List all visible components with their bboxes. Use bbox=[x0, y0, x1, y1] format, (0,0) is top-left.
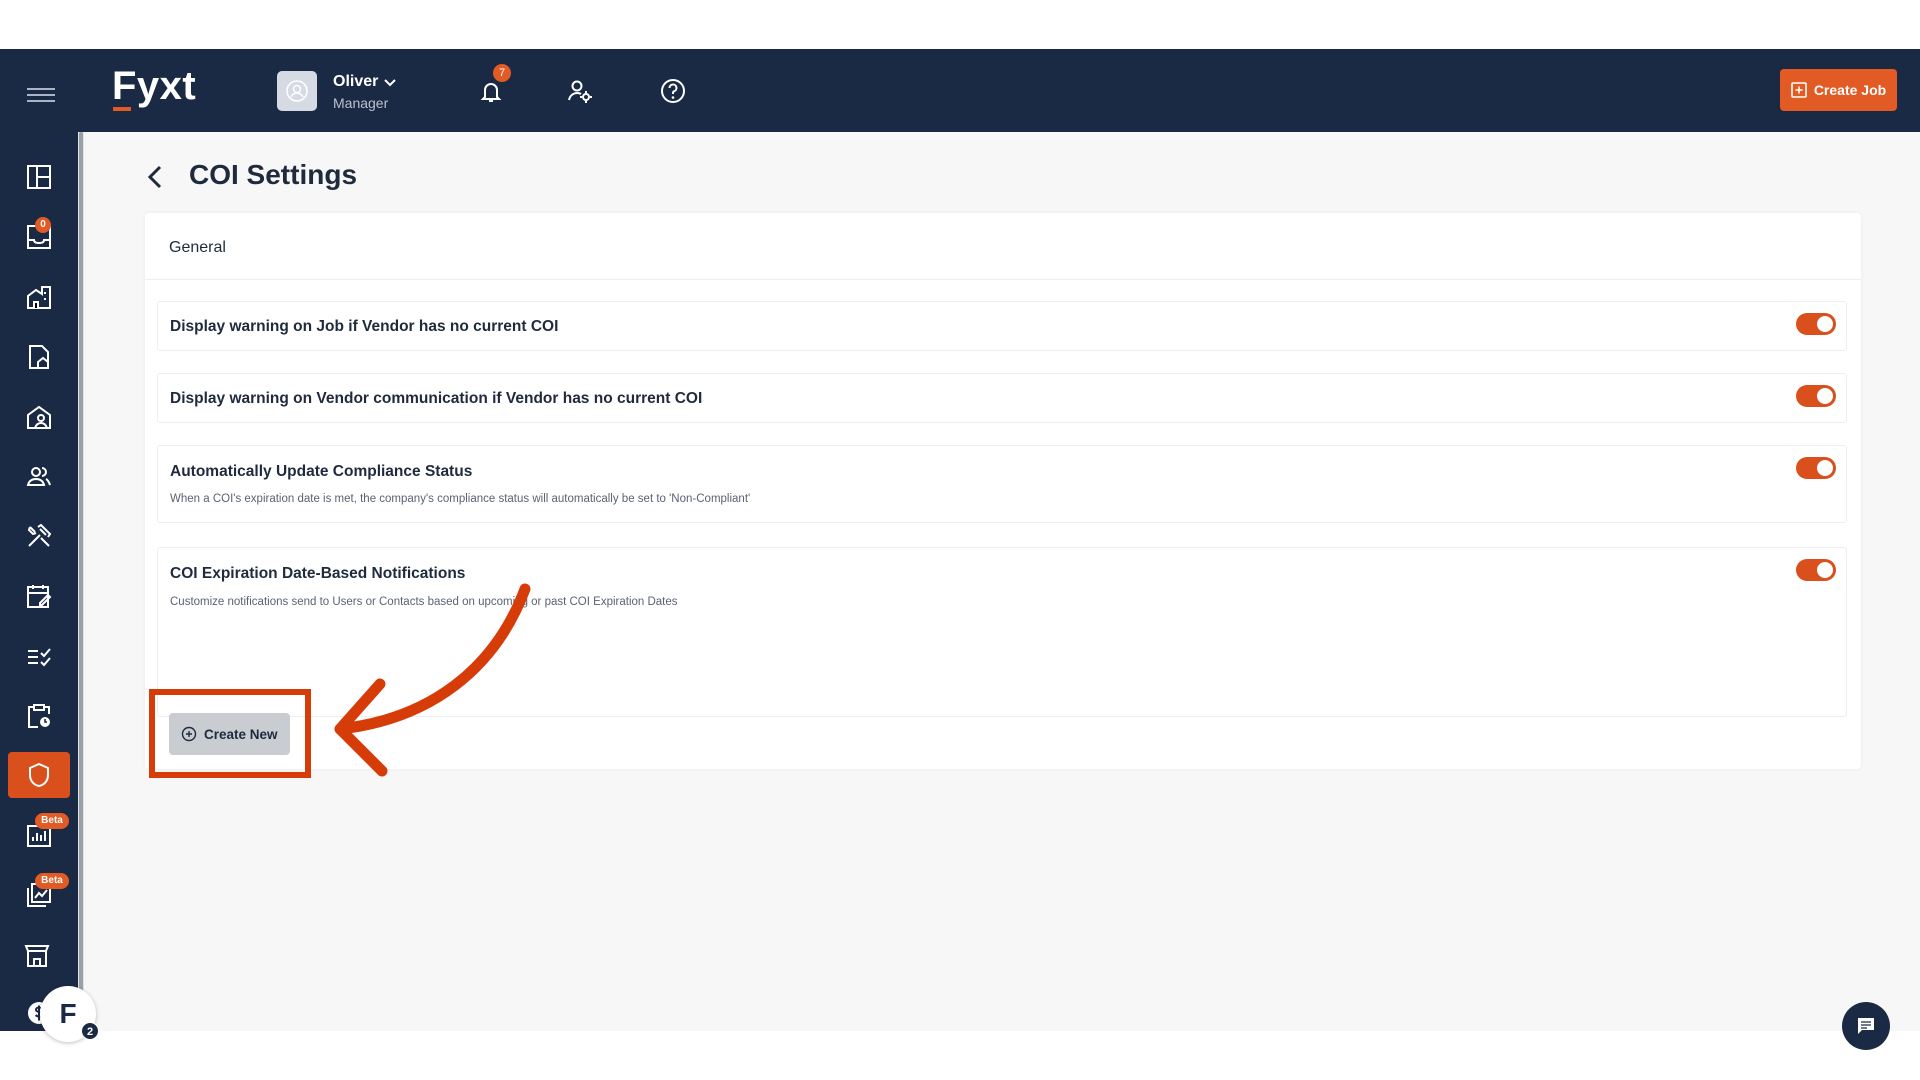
sidebar-item-contacts[interactable] bbox=[8, 453, 70, 499]
fyxt-logo[interactable]: Fyxt bbox=[112, 64, 196, 109]
expiration-notifications-toggle[interactable] bbox=[1796, 559, 1836, 581]
user-settings-icon[interactable] bbox=[566, 77, 594, 105]
section-heading: General bbox=[169, 239, 226, 256]
create-job-label: Create Job bbox=[1813, 82, 1887, 98]
logo-underline bbox=[113, 107, 131, 111]
user-role: Manager bbox=[333, 95, 389, 111]
user-name[interactable]: Oliver bbox=[333, 73, 378, 91]
sidebar-item-schedule[interactable] bbox=[8, 573, 70, 619]
inspections-icon bbox=[28, 704, 50, 728]
fyxt-bubble-letter: F bbox=[59, 998, 77, 1029]
help-icon[interactable] bbox=[659, 77, 687, 105]
sidebar-item-vendors[interactable] bbox=[8, 932, 70, 978]
menu-icon[interactable] bbox=[27, 88, 55, 102]
fyxt-bubble-count: 2 bbox=[81, 1022, 99, 1040]
plus-square-icon bbox=[1791, 82, 1807, 98]
sidebar-item-tasks[interactable] bbox=[8, 633, 70, 679]
setting-row-vendor-warning: Display warning on Vendor communication … bbox=[157, 373, 1847, 423]
sidebar: 0 Beta Beta bbox=[0, 132, 78, 1031]
toggle-knob bbox=[1817, 562, 1833, 578]
schedule-icon bbox=[27, 585, 52, 608]
setting-title: Automatically Update Compliance Status bbox=[170, 463, 473, 480]
contacts-icon bbox=[26, 467, 51, 486]
chat-icon bbox=[1858, 1018, 1874, 1034]
dashboard-icon bbox=[27, 165, 51, 189]
scrollbar-thumb[interactable] bbox=[79, 132, 83, 1012]
dashboards-beta-badge: Beta bbox=[35, 873, 69, 889]
sidebar-item-inspections[interactable] bbox=[8, 693, 70, 739]
chat-button[interactable] bbox=[1842, 1002, 1890, 1050]
leases-icon bbox=[29, 345, 49, 369]
sidebar-item-dashboard[interactable] bbox=[8, 154, 70, 200]
toggle-knob bbox=[1817, 316, 1833, 332]
setting-title: Display warning on Job if Vendor has no … bbox=[170, 318, 559, 335]
shield-icon bbox=[29, 762, 49, 788]
chevron-down-icon[interactable] bbox=[383, 76, 397, 90]
annotation-arrow-icon bbox=[334, 583, 531, 777]
jobs-icon bbox=[27, 523, 52, 547]
toggle-knob bbox=[1817, 460, 1833, 476]
properties-icon bbox=[27, 286, 51, 309]
create-job-button[interactable]: Create Job bbox=[1780, 69, 1897, 111]
setting-description: When a COI's expiration date is met, the… bbox=[170, 493, 751, 505]
user-placeholder-icon bbox=[286, 80, 308, 102]
page-title: COI Settings bbox=[189, 159, 358, 190]
reports-beta-badge: Beta bbox=[35, 813, 69, 829]
setting-row-compliance-status: Automatically Update Compliance Status W… bbox=[157, 445, 1847, 523]
vendor-warning-toggle[interactable] bbox=[1796, 385, 1836, 407]
job-warning-toggle[interactable] bbox=[1796, 313, 1836, 335]
tasks-icon bbox=[28, 648, 51, 667]
tenants-icon bbox=[27, 405, 51, 429]
app-window: Fyxt Oliver Manager 7 Create Job 0 Beta … bbox=[0, 49, 1920, 1050]
user-avatar[interactable] bbox=[277, 71, 317, 111]
vendors-icon bbox=[24, 945, 50, 967]
sidebar-item-jobs[interactable] bbox=[8, 513, 70, 559]
top-bar: Fyxt Oliver Manager 7 Create Job bbox=[0, 49, 1920, 132]
sidebar-item-leases[interactable] bbox=[8, 334, 70, 380]
sidebar-item-tenants[interactable] bbox=[8, 394, 70, 440]
sidebar-item-properties[interactable] bbox=[8, 274, 70, 320]
toggle-knob bbox=[1817, 388, 1833, 404]
divider bbox=[145, 279, 1861, 280]
compliance-status-toggle[interactable] bbox=[1796, 457, 1836, 479]
sidebar-scrollbar[interactable] bbox=[78, 132, 84, 1031]
sidebar-item-coi[interactable] bbox=[8, 752, 70, 798]
setting-title: Display warning on Vendor communication … bbox=[170, 390, 703, 407]
inbox-badge: 0 bbox=[35, 217, 51, 233]
highlight-box bbox=[149, 689, 311, 778]
setting-row-job-warning: Display warning on Job if Vendor has no … bbox=[157, 301, 1847, 351]
back-arrow-icon[interactable] bbox=[143, 164, 169, 190]
notification-badge: 7 bbox=[493, 64, 511, 82]
